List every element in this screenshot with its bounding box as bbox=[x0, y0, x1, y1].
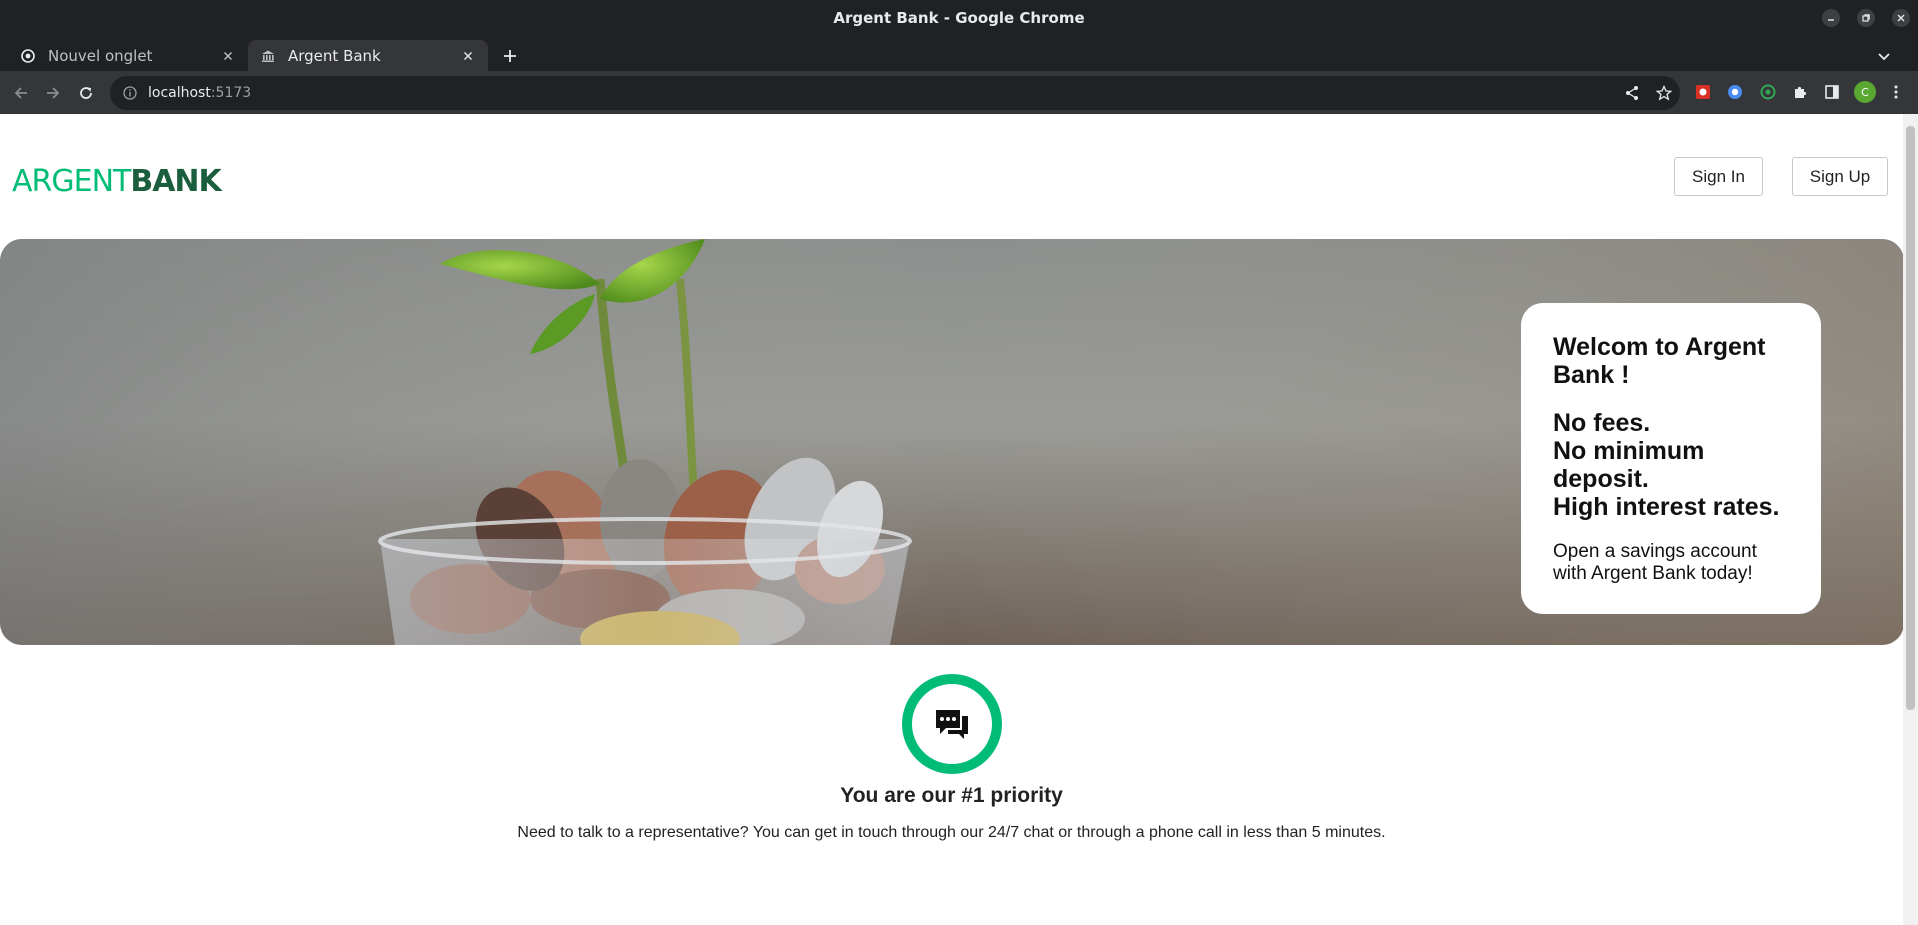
tab-label: Nouvel onglet bbox=[48, 46, 153, 65]
hero-card: Welcom to Argent Bank ! No fees. No mini… bbox=[1521, 303, 1821, 614]
profile-avatar[interactable]: C bbox=[1854, 81, 1876, 103]
url-host: localhost bbox=[148, 85, 211, 101]
feature-title: You are our #1 priority bbox=[840, 784, 1063, 807]
chat-icon bbox=[935, 710, 968, 739]
tab-argent-bank[interactable]: Argent Bank bbox=[248, 40, 488, 71]
chrome-icon bbox=[20, 48, 36, 64]
reload-button[interactable] bbox=[74, 81, 98, 105]
address-bar[interactable]: localhost:5173 bbox=[110, 76, 1680, 110]
browser-toolbar: localhost:5173 bbox=[0, 71, 1918, 114]
hero-tagline: No minimum deposit. bbox=[1553, 437, 1705, 493]
restore-button[interactable] bbox=[1857, 9, 1875, 27]
share-icon bbox=[1626, 86, 1638, 100]
bank-icon bbox=[260, 48, 276, 64]
page-scrollbar[interactable] bbox=[1903, 114, 1918, 925]
extension-green-icon[interactable] bbox=[1758, 82, 1778, 102]
menu-kebab-icon[interactable] bbox=[1886, 82, 1906, 102]
forward-button[interactable] bbox=[41, 81, 65, 105]
feature-text: Need to talk to a representative? You ca… bbox=[517, 824, 1386, 841]
hero-tagline: High interest rates. bbox=[1553, 493, 1780, 521]
window-title: Argent Bank - Google Chrome bbox=[833, 9, 1085, 27]
minimize-button[interactable] bbox=[1822, 9, 1840, 27]
sign-up-button[interactable]: Sign Up bbox=[1792, 157, 1888, 196]
hero-banner: Welcom to Argent Bank ! No fees. No mini… bbox=[0, 239, 1904, 645]
argent-bank-logo[interactable]: ARGENTBANK bbox=[12, 164, 222, 199]
sign-in-button[interactable]: Sign In bbox=[1674, 157, 1763, 196]
close-window-button[interactable] bbox=[1892, 9, 1910, 27]
bookmark-button[interactable] bbox=[1652, 81, 1676, 105]
logo-part-argent: ARGENT bbox=[12, 164, 131, 199]
site-header: ARGENTBANK Sign In Sign Up bbox=[0, 114, 1903, 239]
arrow-right-icon bbox=[47, 87, 60, 99]
share-button[interactable] bbox=[1620, 81, 1644, 105]
tab-search-button[interactable] bbox=[1872, 44, 1896, 68]
back-button[interactable] bbox=[9, 81, 33, 105]
side-panel-icon[interactable] bbox=[1822, 82, 1842, 102]
hero-title: Welcom to Argent Bank ! bbox=[1553, 333, 1766, 389]
feature-icon-circle bbox=[901, 674, 1002, 774]
hero-cta-text: Open a savings account with Argent Bank … bbox=[1553, 541, 1757, 584]
page-viewport: ARGENTBANK Sign In Sign Up Welcom to Arg… bbox=[0, 114, 1918, 925]
restore-icon bbox=[1862, 14, 1870, 22]
close-icon bbox=[1897, 14, 1905, 22]
window-titlebar: Argent Bank - Google Chrome bbox=[0, 0, 1918, 37]
reload-icon bbox=[80, 87, 92, 99]
hero-tagline: No fees. bbox=[1553, 409, 1651, 437]
new-tab-button[interactable] bbox=[498, 44, 522, 68]
extension-red-icon[interactable] bbox=[1693, 82, 1713, 102]
feature-item: You are our #1 priority Need to talk to … bbox=[0, 674, 1903, 842]
tab-label: Argent Bank bbox=[288, 46, 381, 65]
tab-new-tab[interactable]: Nouvel onglet bbox=[8, 40, 248, 71]
extension-blue-icon[interactable] bbox=[1725, 82, 1745, 102]
star-icon bbox=[1656, 85, 1672, 101]
arrow-left-icon bbox=[14, 87, 27, 99]
minimize-icon bbox=[1828, 19, 1834, 21]
plus-icon bbox=[504, 50, 516, 62]
logo-part-bank: BANK bbox=[130, 164, 221, 199]
close-tab-icon[interactable] bbox=[460, 48, 476, 64]
extensions-puzzle-icon[interactable] bbox=[1790, 82, 1810, 102]
url-port: :5173 bbox=[210, 85, 252, 101]
tab-strip: Nouvel onglet Argent Bank bbox=[0, 37, 1918, 71]
info-icon[interactable] bbox=[122, 85, 138, 101]
scrollbar-thumb[interactable] bbox=[1906, 126, 1915, 710]
chevron-down-icon bbox=[1878, 53, 1890, 61]
close-tab-icon[interactable] bbox=[220, 48, 236, 64]
